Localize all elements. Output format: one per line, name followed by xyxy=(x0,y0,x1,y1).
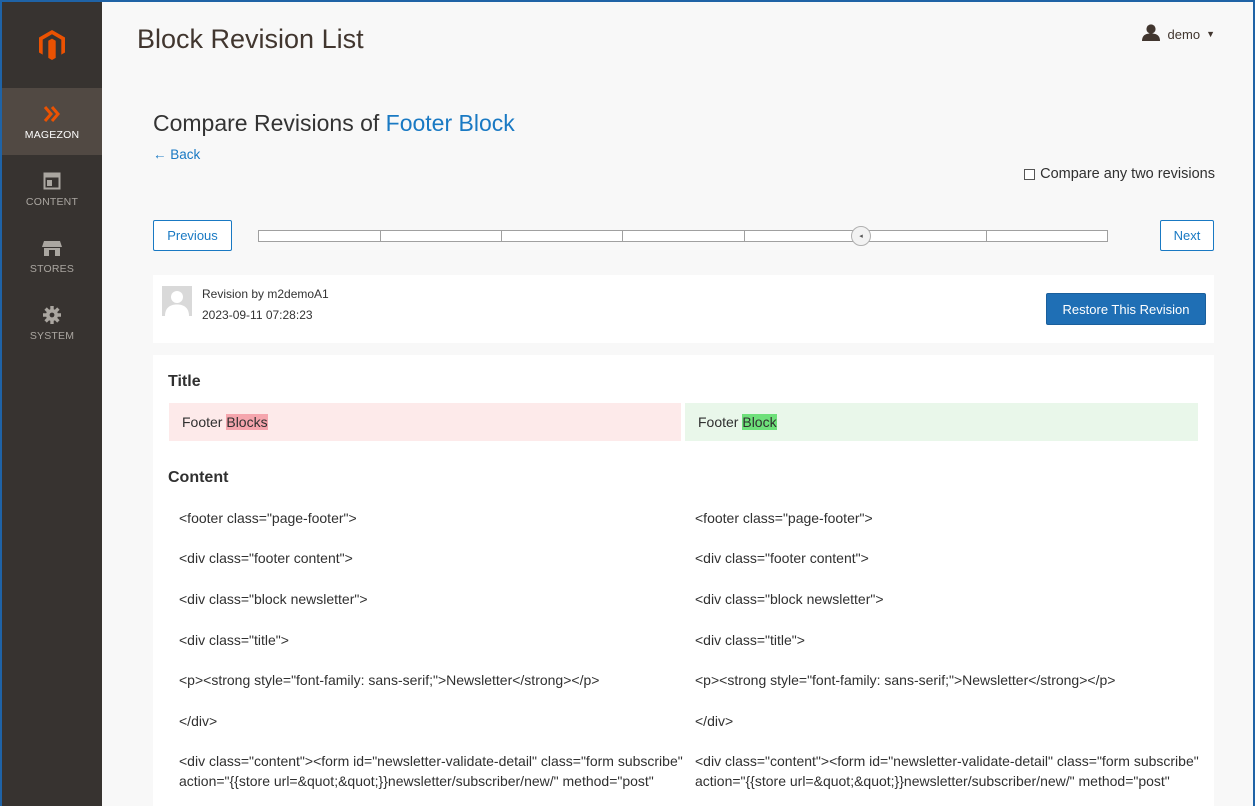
diff-line-right: <div class="block newsletter"> xyxy=(695,591,884,607)
compare-any-label: Compare any two revisions xyxy=(1040,166,1215,182)
compare-heading-prefix: Compare Revisions of xyxy=(153,110,386,136)
diff-line-left: <div class="footer content"> xyxy=(179,550,353,566)
slider-tick xyxy=(986,231,987,241)
content-layout-icon xyxy=(43,170,61,192)
diff-line-left: <div class="title"> xyxy=(179,632,289,648)
diff-line-right: <p><strong style="font-family: sans-seri… xyxy=(695,672,1116,688)
stores-icon xyxy=(41,237,63,259)
title-new-text: Footer xyxy=(698,414,739,430)
user-icon xyxy=(1141,24,1160,44)
sidebar-item-label: STORES xyxy=(29,262,75,275)
sidebar-item-label: CONTENT xyxy=(25,195,79,208)
diff-panel: Title Footer Blocks Footer Block Content… xyxy=(153,355,1214,806)
slider-tick xyxy=(744,231,745,241)
diff-line-left: <div class="block newsletter"> xyxy=(179,591,368,607)
title-added-text: Block xyxy=(742,414,777,430)
slider-handle[interactable]: ◂ xyxy=(851,226,871,246)
revision-author: Revision by m2demoA1 xyxy=(202,287,329,301)
back-link[interactable]: ← Back xyxy=(153,147,200,162)
content-section-heading: Content xyxy=(168,469,229,486)
avatar xyxy=(162,286,192,316)
page-title: Block Revision List xyxy=(137,24,364,54)
sidebar-item-system[interactable]: SYSTEM xyxy=(2,289,102,356)
revision-date: 2023-09-11 07:28:23 xyxy=(202,308,313,322)
previous-button[interactable]: Previous xyxy=(153,220,232,251)
block-name-link[interactable]: Footer Block xyxy=(386,110,515,136)
chevron-down-icon: ▼ xyxy=(1206,29,1215,39)
sidebar-item-stores[interactable]: STORES xyxy=(2,222,102,289)
sidebar-item-content[interactable]: CONTENT xyxy=(2,155,102,222)
diff-line-right: <div class="content"><form id="newslette… xyxy=(695,753,1199,789)
slider-tick xyxy=(380,231,381,241)
next-button[interactable]: Next xyxy=(1160,220,1214,251)
user-name: demo xyxy=(1167,26,1201,42)
main-content: Block Revision List demo ▼ Compare Revis… xyxy=(102,2,1253,806)
revision-meta-card: Revision by m2demoA1 2023-09-11 07:28:23… xyxy=(153,275,1214,343)
slider-tick xyxy=(501,231,502,241)
diff-line-left: <footer class="page-footer"> xyxy=(179,510,357,526)
diff-line-left: <div class="content"><form id="newslette… xyxy=(179,753,683,789)
restore-revision-button[interactable]: Restore This Revision xyxy=(1046,293,1206,325)
title-removed-text: Blocks xyxy=(226,414,268,430)
slider-tick xyxy=(622,231,623,241)
revision-slider[interactable]: ◂ xyxy=(258,226,1108,246)
diff-line-right: <div class="title"> xyxy=(695,632,805,648)
admin-sidebar: MAGEZON CONTENT STORES SYSTEM xyxy=(2,2,102,806)
diff-line-right: <div class="footer content"> xyxy=(695,550,869,566)
diff-line-left: </div> xyxy=(179,713,218,729)
compare-any-toggle[interactable]: Compare any two revisions xyxy=(1024,166,1215,182)
sidebar-item-label: MAGEZON xyxy=(24,128,80,141)
title-diff-new: Footer Block xyxy=(685,403,1198,441)
magento-logo[interactable] xyxy=(2,2,102,88)
title-section-heading: Title xyxy=(168,373,201,390)
user-menu[interactable]: demo ▼ xyxy=(1141,24,1215,44)
gear-icon xyxy=(42,304,62,326)
diff-line-left: <p><strong style="font-family: sans-seri… xyxy=(179,672,600,688)
magezon-chevron-icon xyxy=(43,103,61,125)
compare-heading: Compare Revisions of Footer Block xyxy=(153,110,515,137)
sidebar-item-magezon[interactable]: MAGEZON xyxy=(2,88,102,155)
title-diff-old: Footer Blocks xyxy=(169,403,681,441)
compare-any-checkbox[interactable] xyxy=(1024,168,1036,180)
magento-logo-icon xyxy=(39,30,65,60)
title-old-text: Footer xyxy=(182,414,223,430)
sidebar-item-label: SYSTEM xyxy=(29,329,75,342)
diff-line-right: <footer class="page-footer"> xyxy=(695,510,873,526)
diff-line-right: </div> xyxy=(695,713,734,729)
